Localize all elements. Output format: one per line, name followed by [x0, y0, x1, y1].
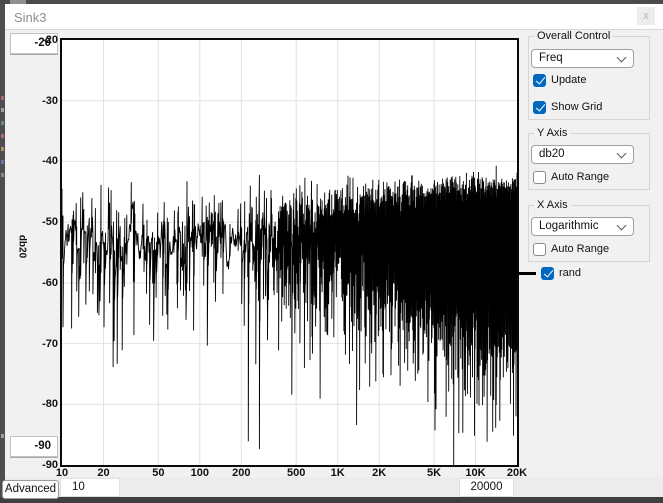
checkbox-row-update[interactable]: Update [533, 73, 586, 87]
dock-speck-icon [1, 108, 4, 112]
dock-speck-icon [1, 173, 4, 177]
group-overall-control: Overall Control Freq Update Show Grid [528, 36, 650, 120]
y-tick-label: -70 [14, 338, 58, 350]
window-title: Sink3 [14, 10, 47, 25]
y-axis-title: db20 [17, 231, 28, 263]
close-icon: x [643, 10, 649, 22]
overall-control-title: Overall Control [534, 30, 613, 42]
y-tick-label: -30 [14, 95, 58, 107]
plot-area[interactable] [60, 38, 519, 467]
show-grid-checkbox-label: Show Grid [551, 101, 602, 113]
y-min-field[interactable]: -90 [10, 436, 58, 457]
show-grid-checkbox[interactable] [533, 101, 546, 114]
update-checkbox[interactable] [533, 74, 546, 87]
x-auto-range-checkbox[interactable] [533, 243, 546, 256]
y-auto-range-checkbox[interactable] [533, 171, 546, 184]
advanced-button[interactable]: Advanced [2, 480, 59, 499]
dock-speck-icon [1, 134, 4, 138]
left-dock-strip [0, 4, 5, 503]
group-x-axis: X Axis Logarithmic Auto Range [528, 205, 650, 262]
dock-speck-icon [1, 434, 4, 438]
dropdown-value: Logarithmic [539, 220, 598, 232]
y-tick-label: -50 [14, 216, 58, 228]
close-button[interactable]: x [637, 7, 655, 25]
y-tick-label: -80 [14, 398, 58, 410]
x-max-field[interactable]: 20000 [459, 478, 514, 497]
plot-svg [62, 40, 517, 465]
legend-label: rand [559, 267, 581, 279]
rand-checkbox[interactable] [541, 267, 554, 280]
chevron-down-icon [617, 149, 627, 159]
dock-speck-icon [1, 121, 4, 125]
checkbox-row-x-auto-range[interactable]: Auto Range [533, 242, 609, 256]
y-axis-group-title: Y Axis [534, 127, 570, 139]
y-axis-dropdown[interactable]: db20 [531, 145, 634, 164]
y-tick-label: -40 [14, 155, 58, 167]
dock-speck-icon [1, 96, 4, 100]
checkbox-row-y-auto-range[interactable]: Auto Range [533, 170, 609, 184]
x-auto-range-label: Auto Range [551, 243, 609, 255]
chevron-down-icon [617, 221, 627, 231]
noise-trace [62, 166, 517, 465]
dropdown-value: Freq [539, 52, 563, 64]
update-checkbox-label: Update [551, 74, 586, 86]
x-axis-group-title: X Axis [534, 199, 571, 211]
dock-speck-icon [1, 147, 4, 151]
dropdown-value: db20 [539, 148, 565, 160]
group-y-axis: Y Axis db20 Auto Range [528, 133, 650, 190]
y-tick-label: -60 [14, 277, 58, 289]
overall-control-dropdown[interactable]: Freq [531, 49, 634, 68]
window-title-bar: Sink3 x [5, 4, 663, 30]
chevron-down-icon [617, 53, 627, 63]
y-tick-label: -20 [14, 34, 58, 46]
y-auto-range-label: Auto Range [551, 171, 609, 183]
legend-line [514, 272, 536, 275]
bottom-edge-strip [0, 497, 663, 503]
legend-rand: rand [514, 265, 659, 281]
x-min-field[interactable]: 10 [60, 478, 120, 497]
x-axis-dropdown[interactable]: Logarithmic [531, 217, 634, 236]
checkbox-row-show-grid[interactable]: Show Grid [533, 100, 602, 114]
dock-speck-icon [1, 160, 4, 164]
